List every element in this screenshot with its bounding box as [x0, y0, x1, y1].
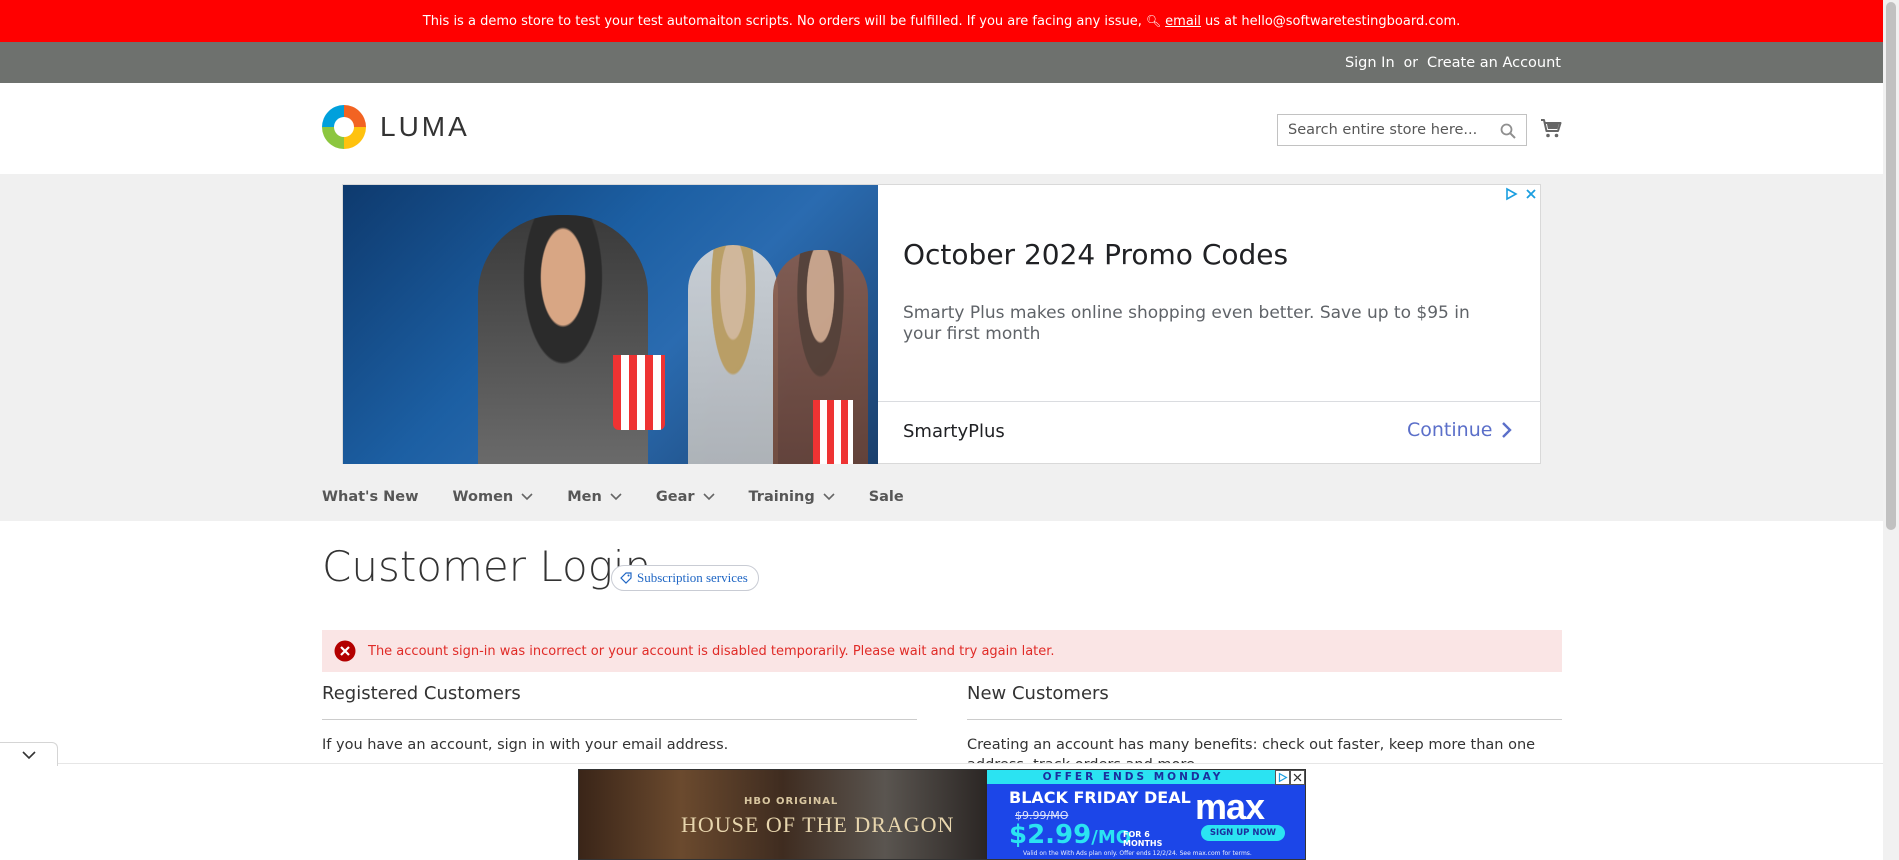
ad-divider [878, 401, 1541, 402]
new-customers-divider [967, 719, 1562, 720]
site-header: LUMA [0, 83, 1883, 174]
logo[interactable]: LUMA [322, 105, 470, 149]
banner-price: $2.99/MO [1009, 820, 1131, 850]
or-separator: or [1403, 54, 1418, 71]
error-text: The account sign-in was incorrect or you… [368, 643, 1055, 659]
subscription-badge[interactable]: Subscription services [611, 565, 759, 591]
ad-body: Smarty Plus makes online shopping even b… [903, 303, 1470, 344]
error-icon [334, 640, 356, 662]
registered-intro: If you have an account, sign in with you… [322, 737, 729, 753]
nav-item-label: Men [567, 489, 602, 505]
chevron-down-icon [610, 493, 622, 501]
nav-item-sale[interactable]: Sale [869, 489, 904, 505]
banner-ad-offer: OFFER ENDS MONDAY BLACK FRIDAY DEAL $9.9… [987, 770, 1305, 859]
banner-hbo-label: HBO ORIGINAL [744, 796, 839, 807]
search-icon[interactable] [1499, 122, 1517, 140]
banner-for-months: FOR 6 MONTHS [1123, 830, 1163, 848]
notice-email-link[interactable]: email [1165, 14, 1201, 29]
new-customers-title: New Customers [967, 683, 1109, 704]
ad-brand[interactable]: SmartyPlus [903, 421, 1005, 442]
logo-text: LUMA [380, 111, 470, 142]
subscription-badge-label: Subscription services [637, 570, 748, 585]
banner-deal-title: BLACK FRIDAY DEAL [1009, 788, 1191, 807]
search-box [1277, 114, 1527, 146]
scrollbar-thumb[interactable] [1886, 2, 1896, 530]
main-nav: What's New Women Men Gear Training Sale [322, 482, 938, 512]
ad-continue-button[interactable]: Continue [1407, 419, 1513, 441]
magnifier-icon: 🔍︎ [1145, 14, 1162, 28]
chevron-right-icon [1502, 422, 1513, 438]
nav-item-women[interactable]: Women [453, 489, 534, 505]
banner-price-value: $2.99 [1009, 820, 1092, 850]
banner-ad-image: HBO ORIGINAL HOUSE OF THE DRAGON [579, 770, 987, 859]
display-ad[interactable]: October 2024 Promo Codes Smarty Plus mak… [342, 184, 1541, 464]
chevron-down-icon [521, 493, 533, 501]
nav-item-what-s-new[interactable]: What's New [322, 489, 419, 505]
header-panel: Sign In or Create an Account [0, 42, 1883, 83]
ad-photo-person [688, 245, 778, 464]
popcorn-bucket [613, 355, 665, 430]
banner-show-title: HOUSE OF THE DRAGON [681, 812, 955, 837]
close-icon[interactable] [1290, 770, 1305, 785]
adchoices-icon[interactable] [1275, 770, 1290, 785]
ad-title[interactable]: October 2024 Promo Codes [903, 238, 1288, 271]
banner-max-logo: max [1195, 786, 1265, 827]
page-scrollbar[interactable] [1883, 0, 1899, 860]
banner-fine-print: Valid on the With Ads plan only. Offer e… [1023, 850, 1252, 857]
nav-item-gear[interactable]: Gear [656, 489, 715, 505]
nav-item-label: Women [452, 489, 514, 505]
error-message: The account sign-in was incorrect or you… [322, 630, 1562, 672]
notice-text: This is a demo store to test your test a… [422, 13, 1142, 29]
chevron-down-icon [702, 493, 715, 501]
tag-icon [620, 572, 632, 584]
chevron-down-icon [823, 493, 835, 501]
ad-photo[interactable] [343, 185, 878, 464]
popcorn-bucket [813, 400, 853, 464]
banner-ad-choices [1275, 770, 1305, 785]
nav-item-label: Sale [868, 489, 904, 505]
nav-item-label: Gear [655, 489, 695, 505]
banner-signup-button[interactable]: SIGN UP NOW [1201, 825, 1285, 841]
create-account-link[interactable]: Create an Account [1427, 55, 1561, 71]
search-input[interactable] [1286, 121, 1496, 139]
banner-ad[interactable]: HBO ORIGINAL HOUSE OF THE DRAGON OFFER E… [578, 769, 1306, 860]
chevron-down-icon [21, 750, 36, 759]
registered-customers-title: Registered Customers [322, 683, 521, 704]
demo-notice-bar: This is a demo store to test your test a… [0, 0, 1883, 42]
nav-item-label: What's New [322, 489, 419, 505]
nav-item-men[interactable]: Men [567, 489, 622, 505]
page-title: Customer Login [322, 542, 652, 591]
nav-item-training[interactable]: Training [749, 489, 835, 505]
collapse-ad-button[interactable] [0, 742, 58, 766]
sign-in-link[interactable]: Sign In [1345, 55, 1395, 71]
nav-item-label: Training [748, 489, 815, 505]
promo-area: October 2024 Promo Codes Smarty Plus mak… [0, 174, 1883, 521]
notice-text-after: us at hello@softwaretestingboard.com. [1205, 13, 1461, 29]
cart-icon[interactable] [1539, 116, 1563, 140]
luma-logo-icon [322, 105, 366, 149]
header-links: Sign In or Create an Account [1345, 42, 1561, 83]
close-icon[interactable] [1524, 187, 1538, 201]
ad-continue-label: Continue [1407, 419, 1493, 441]
adchoices-icon[interactable] [1504, 187, 1518, 201]
registered-divider [322, 719, 917, 720]
ad-choices [1504, 187, 1538, 201]
banner-offer-strip: OFFER ENDS MONDAY [987, 770, 1279, 784]
